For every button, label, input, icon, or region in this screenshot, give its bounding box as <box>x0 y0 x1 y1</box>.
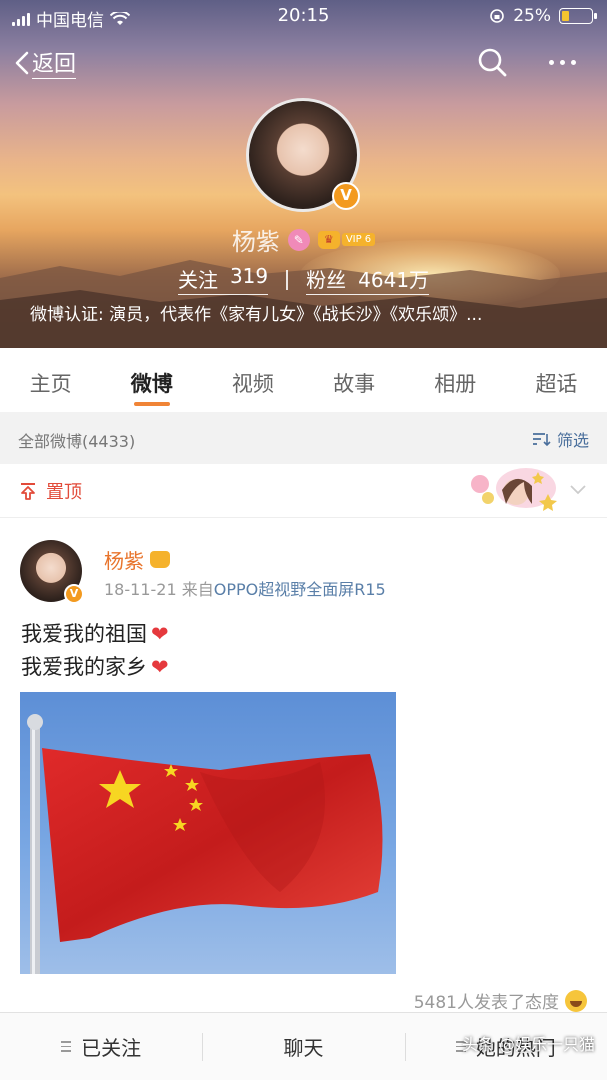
crown-icon: ♛ <box>317 230 340 249</box>
tab-albums[interactable]: 相册 <box>405 348 506 412</box>
more-dot-icon <box>570 59 576 65</box>
profile-name: 杨紫 <box>231 228 280 256</box>
nav-bar: 返回 <box>0 40 607 86</box>
pinned-label-group: 置顶 <box>18 478 82 504</box>
followed-button[interactable]: 已关注 <box>0 1013 202 1080</box>
status-bar: 中国电信 20:15 25% <box>0 0 607 34</box>
post-text: 我爱我的祖国 ❤ 我爱我的家乡 ❤ <box>21 618 169 684</box>
battery-icon <box>559 8 597 24</box>
post-avatar[interactable]: V <box>20 540 84 604</box>
status-right: 25% <box>489 6 597 26</box>
post-source[interactable]: OPPO超视野全面屏R15 <box>214 580 386 599</box>
watermark: 头条 @娱乐一只猫 <box>461 1035 595 1054</box>
chevron-left-icon <box>15 51 29 74</box>
following-count: 319 <box>229 264 269 288</box>
filter-bar: 全部微博(4433) 筛选 <box>0 412 607 464</box>
post-author[interactable]: 杨紫 <box>104 545 170 574</box>
profile-avatar[interactable]: V <box>246 98 360 212</box>
filter-label: 筛选 <box>556 431 589 450</box>
vip-level: VIP 6 <box>341 233 376 246</box>
post-image-flag[interactable] <box>20 692 396 974</box>
chevron-down-icon[interactable] <box>568 482 588 498</box>
cartoon-sticker-image <box>471 468 557 511</box>
tab-home[interactable]: 主页 <box>0 348 101 412</box>
back-button[interactable]: 返回 <box>14 46 77 79</box>
profile-name-row: 杨紫 ✎ ♛ VIP 6 <box>0 222 607 257</box>
reactions-summary[interactable]: 5481人发表了态度 <box>413 988 587 1014</box>
post-line-text: 我爱我的家乡 <box>21 655 147 679</box>
back-label: 返回 <box>32 46 77 79</box>
following-link[interactable]: 关注 319 <box>177 264 269 295</box>
vip-badge[interactable]: ♛ VIP 6 <box>317 230 376 249</box>
tab-super-topic[interactable]: 超话 <box>506 348 607 412</box>
post-author-name: 杨紫 <box>104 549 144 573</box>
verified-badge: V <box>64 584 84 604</box>
tab-stories[interactable]: 故事 <box>304 348 405 412</box>
heart-icon: ❤ <box>151 655 169 679</box>
filter-button[interactable]: 筛选 <box>531 427 589 451</box>
following-label: 关注 <box>177 268 218 292</box>
rotation-lock-icon <box>490 9 505 23</box>
heart-icon: ❤ <box>151 622 169 646</box>
more-dot-icon <box>559 59 565 65</box>
weibo-post: V 杨紫 18-11-21 来自OPPO超视野全面屏R15 我爱我的祖国 ❤ 我爱… <box>0 518 607 1014</box>
post-source-prefix: 来自 <box>181 580 214 599</box>
weibo-count: 全部微博(4433) <box>18 432 136 451</box>
post-line: 我爱我的祖国 ❤ <box>21 618 169 651</box>
followers-count: 4641万 <box>358 268 430 292</box>
post-meta: 18-11-21 来自OPPO超视野全面屏R15 <box>104 576 386 600</box>
pin-top-icon <box>21 483 35 500</box>
chat-label: 聊天 <box>283 1036 324 1060</box>
laugh-emoji-icon <box>565 990 587 1012</box>
profile-header: 中国电信 20:15 25% 返回 V 杨紫 ✎ ♛ VIP 6 关注 319 … <box>0 0 607 348</box>
post-line: 我爱我的家乡 ❤ <box>21 651 169 684</box>
reactions-text: 5481人发表了态度 <box>413 988 559 1014</box>
battery-fill <box>562 11 569 21</box>
chinese-flag-image <box>27 714 383 974</box>
verified-badge: V <box>332 182 360 210</box>
follow-stats: 关注 319 粉丝 4641万 <box>0 264 607 295</box>
search-icon <box>478 48 507 77</box>
more-dot-icon <box>548 59 554 65</box>
followed-label: 已关注 <box>81 1036 142 1060</box>
super-topic-icon[interactable]: ✎ <box>287 228 310 251</box>
followers-link[interactable]: 粉丝 4641万 <box>306 264 430 295</box>
chat-button[interactable]: 聊天 <box>202 1013 404 1080</box>
followers-label: 粉丝 <box>306 268 347 292</box>
certification-text[interactable]: 微博认证: 演员，代表作《家有儿女》《战长沙》《欢乐颂》... <box>30 300 590 325</box>
post-line-text: 我爱我的祖国 <box>21 622 147 646</box>
tab-weibo[interactable]: 微博 <box>101 348 202 412</box>
post-date: 18-11-21 <box>104 580 177 599</box>
filter-icon <box>532 433 551 447</box>
battery-percent: 25% <box>513 6 551 26</box>
pinned-row[interactable]: 置顶 <box>0 464 607 518</box>
divider <box>286 269 289 290</box>
crown-icon <box>150 551 170 568</box>
search-button[interactable] <box>474 44 510 80</box>
profile-tabs: 主页 微博 视频 故事 相册 超话 <box>0 348 607 412</box>
pinned-label: 置顶 <box>46 482 82 503</box>
tab-video[interactable]: 视频 <box>202 348 303 412</box>
more-button[interactable] <box>540 44 584 80</box>
menu-icon <box>61 1041 72 1052</box>
